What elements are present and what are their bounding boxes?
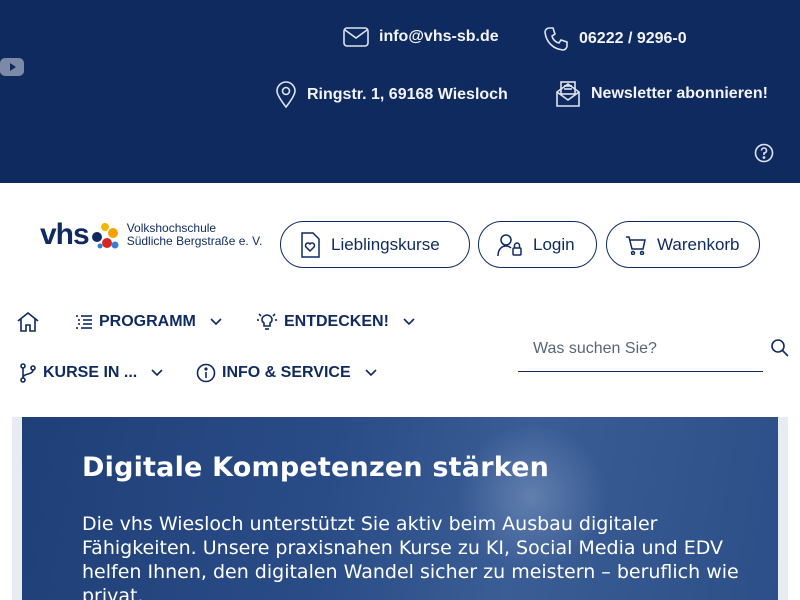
nav-info-service[interactable]: INFO & SERVICE [196,363,377,383]
chevron-down-icon [403,318,415,326]
logo-subtitle: Volkshochschule Südliche Bergstraße e. V… [127,222,263,248]
nav-entdecken-label: ENTDECKEN! [284,313,389,330]
newsletter-text: Newsletter abonnieren! [591,85,768,102]
logo-brand: vhs [40,218,90,251]
newsletter-link[interactable]: Newsletter abonnieren! [555,80,768,108]
heart-document-icon [301,231,320,258]
email-text: info@vhs-sb.de [379,28,499,45]
newsletter-icon [556,81,580,107]
logo-line-2: Südliche Bergstraße e. V. [126,234,263,248]
login-label: Login [533,234,575,254]
nav-programm-label: PROGRAMM [99,313,196,330]
map-pin-icon [276,81,296,109]
nav-programm[interactable]: PROGRAMM [75,313,222,331]
search-button[interactable] [770,338,790,363]
logo-line-1: Volkshochschule [126,221,217,235]
home-icon [17,312,39,332]
chevron-down-icon [210,318,222,326]
search-box [518,330,763,372]
cart-icon [626,235,646,255]
favorites-label: Lieblingskurse [331,234,440,254]
chevron-down-icon [151,369,163,377]
mail-icon [343,27,369,47]
search-input[interactable] [518,330,748,368]
address-text: Ringstr. 1, 69168 Wiesloch [307,86,508,103]
hero-banner: Digitale Kompetenzen stärken Die vhs Wie… [22,417,778,600]
nav-home[interactable] [17,312,39,332]
site-logo[interactable]: vhs Volkshochschule Südliche Bergstraße … [40,218,262,252]
top-info-bar: info@vhs-sb.de 06222 / 9296-0 Ringstr. 1… [0,0,800,183]
login-button[interactable]: Login [478,221,597,268]
hero-text: Die vhs Wiesloch unterstützt Sie aktiv b… [82,513,739,600]
nav-info-service-label: INFO & SERVICE [222,364,351,381]
cart-button[interactable]: Warenkorb [606,221,760,268]
hero-title: Digitale Kompetenzen stärken [82,452,550,483]
phone-icon [544,27,568,51]
help-icon[interactable] [754,143,774,168]
phone-link[interactable]: 06222 / 9296-0 [543,26,687,52]
chevron-down-icon [365,369,377,377]
email-link[interactable]: info@vhs-sb.de [343,26,499,48]
cart-label: Warenkorb [657,234,740,254]
lightbulb-icon [257,313,277,330]
favorites-button[interactable]: Lieblingskurse [280,221,470,268]
address-link[interactable]: Ringstr. 1, 69168 Wiesloch [275,81,508,109]
branch-icon [20,363,36,383]
search-icon [771,339,789,357]
youtube-icon[interactable] [0,58,24,81]
info-icon [196,363,216,383]
nav-kurse-in-label: KURSE IN ... [43,364,138,381]
nav-kurse-in[interactable]: KURSE IN ... [19,363,163,383]
logo-dots-icon [91,223,119,249]
list-icon [76,315,92,329]
phone-text: 06222 / 9296-0 [579,30,687,47]
user-lock-icon [497,233,522,256]
nav-entdecken[interactable]: ENTDECKEN! [256,312,415,332]
